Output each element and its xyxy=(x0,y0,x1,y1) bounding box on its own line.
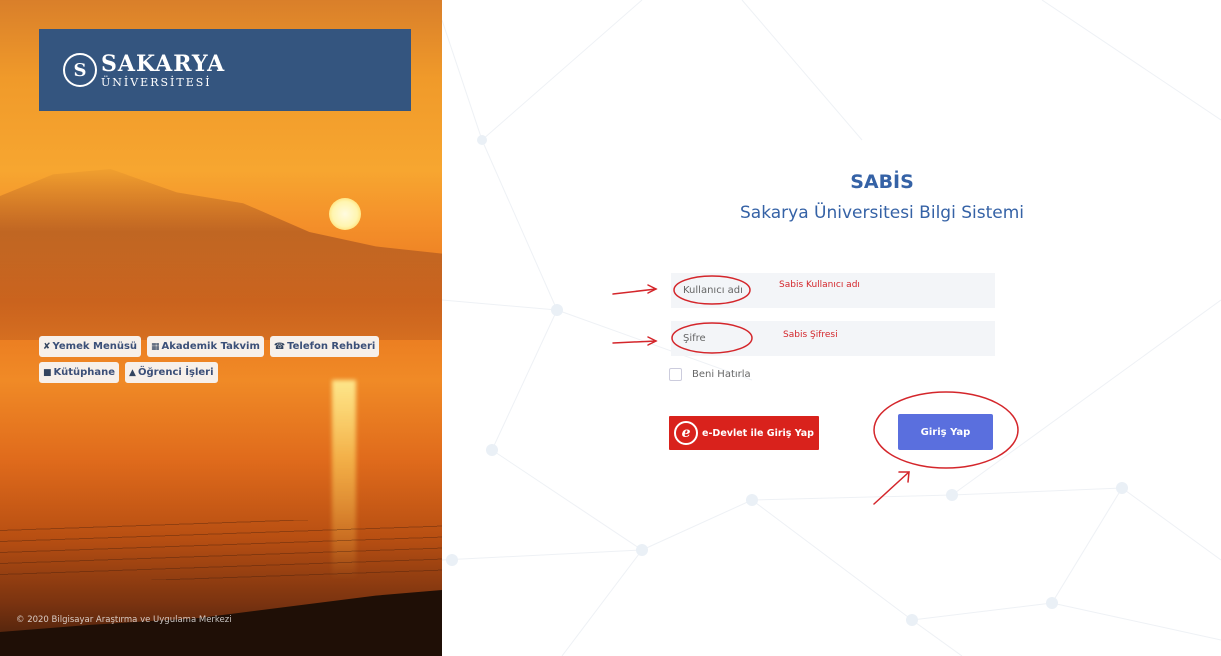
quick-link-akademik-takvim[interactable]: ▦ Akademik Takvim xyxy=(147,336,264,357)
sun xyxy=(329,198,361,230)
hero-panel: S SAKARYA ÜNİVERSİTESİ ✘ Yemek Menüsü ▦ … xyxy=(0,0,442,656)
book-icon: ■ xyxy=(43,367,52,378)
remember-me-checkbox[interactable] xyxy=(669,368,682,381)
logo-subtitle: ÜNİVERSİTESİ xyxy=(101,75,212,89)
quick-link-kutuphane[interactable]: ■ Kütüphane xyxy=(39,362,120,383)
username-annotation: Sabis Kullanıcı adı xyxy=(779,280,860,290)
quick-links: ✘ Yemek Menüsü ▦ Akademik Takvim ☎ Telef… xyxy=(39,336,380,388)
student-icon: ▲ xyxy=(129,367,136,378)
quick-link-label: Kütüphane xyxy=(53,367,116,378)
phone-icon: ☎ xyxy=(273,341,286,352)
quick-link-ogrenci-isleri[interactable]: ▲ Öğrenci İşleri xyxy=(125,362,218,383)
username-input[interactable] xyxy=(671,273,995,308)
page-title: SABİS xyxy=(850,171,914,193)
remember-me-label[interactable]: Beni Hatırla xyxy=(692,369,751,380)
copyright-text: © 2020 Bilgisayar Araştırma ve Uygulama … xyxy=(16,615,232,625)
quick-link-label: Öğrenci İşleri xyxy=(137,367,214,378)
quick-link-label: Akademik Takvim xyxy=(161,341,260,352)
quick-link-telefon-rehberi[interactable]: ☎ Telefon Rehberi xyxy=(269,336,380,357)
quick-link-yemek-menusu[interactable]: ✘ Yemek Menüsü xyxy=(39,336,142,357)
calendar-icon: ▦ xyxy=(151,341,160,352)
water-lines xyxy=(0,520,442,580)
quick-link-label: Telefon Rehberi xyxy=(287,341,376,352)
remember-me: Beni Hatırla xyxy=(669,368,751,381)
login-panel: SABİS Sakarya Üniversitesi Bilgi Sistemi… xyxy=(442,0,1221,656)
quick-link-label: Yemek Menüsü xyxy=(52,341,138,352)
edevlet-logo-icon: e xyxy=(674,421,699,445)
university-logo[interactable]: S SAKARYA ÜNİVERSİTESİ xyxy=(39,29,411,111)
logo-title: SAKARYA xyxy=(101,50,226,77)
login-button-label: Giriş Yap xyxy=(920,426,971,438)
password-annotation: Sabis Şifresi xyxy=(783,330,838,340)
login-button[interactable]: Giriş Yap xyxy=(898,414,993,450)
logo-icon: S xyxy=(63,53,97,87)
fork-knife-icon: ✘ xyxy=(43,341,51,352)
page-subtitle: Sakarya Üniversitesi Bilgi Sistemi xyxy=(740,203,1024,223)
edevlet-login-button[interactable]: e e-Devlet ile Giriş Yap xyxy=(669,416,819,450)
edevlet-login-label: e-Devlet ile Giriş Yap xyxy=(702,427,814,439)
mountain-silhouette xyxy=(0,169,442,340)
